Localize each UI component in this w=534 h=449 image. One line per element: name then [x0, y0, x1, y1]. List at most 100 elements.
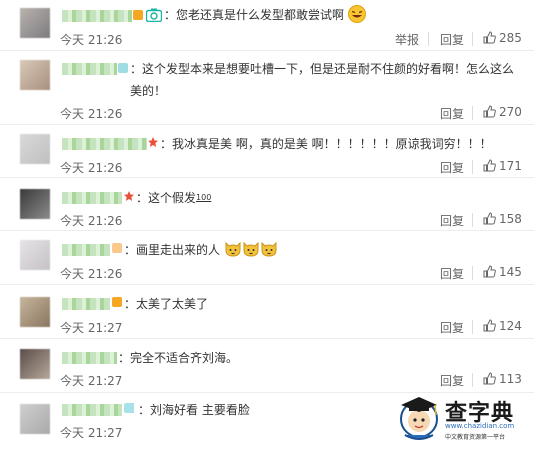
thumbs-up-icon	[483, 372, 496, 385]
report-button[interactable]: 举报	[395, 31, 419, 48]
chazidian-watermark: 查字典 www.chazidian.com 中文教育资源第一平台	[393, 389, 523, 445]
thumbs-up-icon	[483, 265, 496, 278]
divider	[472, 32, 473, 46]
comment-item: ：我冰真是美 啊，真的是美 啊！！！！！！原谅我词穷！！！ 今天 21:26 回…	[0, 124, 534, 178]
username[interactable]	[62, 298, 110, 310]
vip-badge-icon	[124, 403, 134, 413]
comment-time: 今天 21:26	[60, 33, 123, 47]
divider	[472, 106, 473, 120]
thumbs-up-icon	[483, 212, 496, 225]
comment-item: ：这个发型本来是想要吐槽一下，但是还是耐不住颜的好看啊！怎么这么美的！ 今天 2…	[0, 50, 534, 125]
like-count: 145	[499, 265, 522, 279]
comment-content: ：刘海好看 主要看脸	[138, 403, 250, 417]
thumbs-up-icon	[483, 31, 496, 44]
comment-time: 今天 21:27	[60, 426, 123, 440]
dog-emoji-icon	[243, 241, 259, 257]
comment-time: 今天 21:27	[60, 321, 123, 335]
comment-content: ：我冰真是美 啊，真的是美 啊！！！！！！原谅我词穷！！！	[160, 137, 492, 151]
comment-text: ：我冰真是美 啊，真的是美 啊！！！！！！原谅我词穷！！！	[160, 133, 514, 155]
thumbs-up-icon	[483, 105, 496, 118]
avatar[interactable]	[20, 134, 50, 164]
watermark-url: www.chazidian.com	[445, 422, 515, 430]
vip-badge-icon	[133, 10, 143, 20]
avatar[interactable]	[20, 60, 50, 90]
divider	[472, 320, 473, 334]
like-button[interactable]: 113	[483, 372, 522, 386]
like-button[interactable]: 285	[483, 31, 522, 45]
comment-text: ：您老还真是什么发型都敢尝试啊	[164, 4, 514, 26]
vip-badge-icon	[112, 243, 122, 253]
divider	[472, 266, 473, 280]
avatar[interactable]	[20, 8, 50, 38]
reply-button[interactable]: 回复	[440, 265, 464, 282]
like-button[interactable]: 270	[483, 105, 522, 119]
divider	[472, 160, 473, 174]
dog-emoji-icon	[261, 241, 277, 257]
divider	[428, 32, 429, 46]
comment-text: ：这个发型本来是想要吐槽一下，但是还是耐不住颜的好看啊！怎么这么美的！	[130, 58, 514, 102]
vip-badge-icon	[118, 63, 128, 73]
comment-item: ：太美了太美了 今天 21:27 回复 124	[0, 284, 534, 339]
avatar[interactable]	[20, 240, 50, 270]
username[interactable]	[62, 138, 147, 150]
star-badge-icon	[124, 191, 134, 201]
comment-time: 今天 21:26	[60, 267, 123, 281]
dog-emoji-icon	[225, 241, 241, 257]
like-count: 113	[499, 372, 522, 386]
divider	[472, 213, 473, 227]
vip-badge-icon	[112, 297, 122, 307]
comment-time: 今天 21:27	[60, 374, 123, 388]
reply-button[interactable]: 回复	[440, 319, 464, 336]
username[interactable]	[62, 404, 122, 416]
thumbs-up-icon	[483, 159, 496, 172]
comment-item: ：您老还真是什么发型都敢尝试啊 今天 21:26 举报 回复 285	[0, 0, 534, 51]
camera-icon	[146, 8, 162, 22]
comment-content: ：画里走出来的人	[124, 243, 221, 257]
username[interactable]	[62, 244, 110, 256]
like-button[interactable]: 124	[483, 319, 522, 333]
like-count: 270	[499, 105, 522, 119]
comment-item: ：画里走出来的人 今天 21:26 回复 145	[0, 230, 534, 285]
reply-button[interactable]: 回复	[440, 105, 464, 122]
comment-text: ：完全不适合齐刘海。	[118, 347, 514, 369]
star-badge-icon	[148, 137, 158, 147]
comment-time: 今天 21:26	[60, 214, 123, 228]
avatar[interactable]	[20, 349, 50, 379]
comment-content: ：您老还真是什么发型都敢尝试啊	[164, 8, 345, 22]
comment-content: ：太美了太美了	[124, 297, 209, 311]
username[interactable]	[62, 10, 132, 22]
comment-item: ：这个假发100 今天 21:26 回复 158	[0, 177, 534, 231]
like-button[interactable]: 158	[483, 212, 522, 226]
comment-time: 今天 21:26	[60, 161, 123, 175]
comment-text: ：太美了太美了	[124, 293, 514, 315]
comment-time: 今天 21:26	[60, 107, 123, 121]
username[interactable]	[62, 192, 122, 204]
like-button[interactable]: 145	[483, 265, 522, 279]
laughing-emoji-icon	[347, 5, 366, 23]
comment-content: ：这个发型本来是想要吐槽一下，但是还是耐不住颜的好看啊！怎么这么美的！	[130, 62, 515, 98]
comment-item: ：完全不适合齐刘海。 今天 21:27 回复 113	[0, 338, 534, 393]
comment-text: ：这个假发100	[136, 187, 514, 209]
like-count: 171	[499, 159, 522, 173]
like-count: 285	[499, 31, 522, 45]
graduate-mascot-icon	[400, 397, 438, 440]
username[interactable]	[62, 63, 117, 75]
avatar[interactable]	[20, 404, 50, 434]
reply-button[interactable]: 回复	[440, 212, 464, 229]
reply-button[interactable]: 回复	[440, 372, 464, 389]
avatar[interactable]	[20, 189, 50, 219]
like-button[interactable]: 171	[483, 159, 522, 173]
username[interactable]	[62, 352, 117, 364]
comment-content: ：这个假发	[136, 191, 197, 205]
like-count: 124	[499, 319, 522, 333]
like-count: 158	[499, 212, 522, 226]
avatar[interactable]	[20, 297, 50, 327]
divider	[472, 373, 473, 387]
score-badge: 100	[196, 193, 212, 202]
reply-button[interactable]: 回复	[440, 159, 464, 176]
thumbs-up-icon	[483, 319, 496, 332]
watermark-subtitle: 中文教育资源第一平台	[445, 434, 506, 441]
comment-content: ：完全不适合齐刘海。	[118, 351, 239, 365]
reply-button[interactable]: 回复	[440, 31, 464, 48]
comment-text: ：画里走出来的人	[124, 239, 514, 261]
